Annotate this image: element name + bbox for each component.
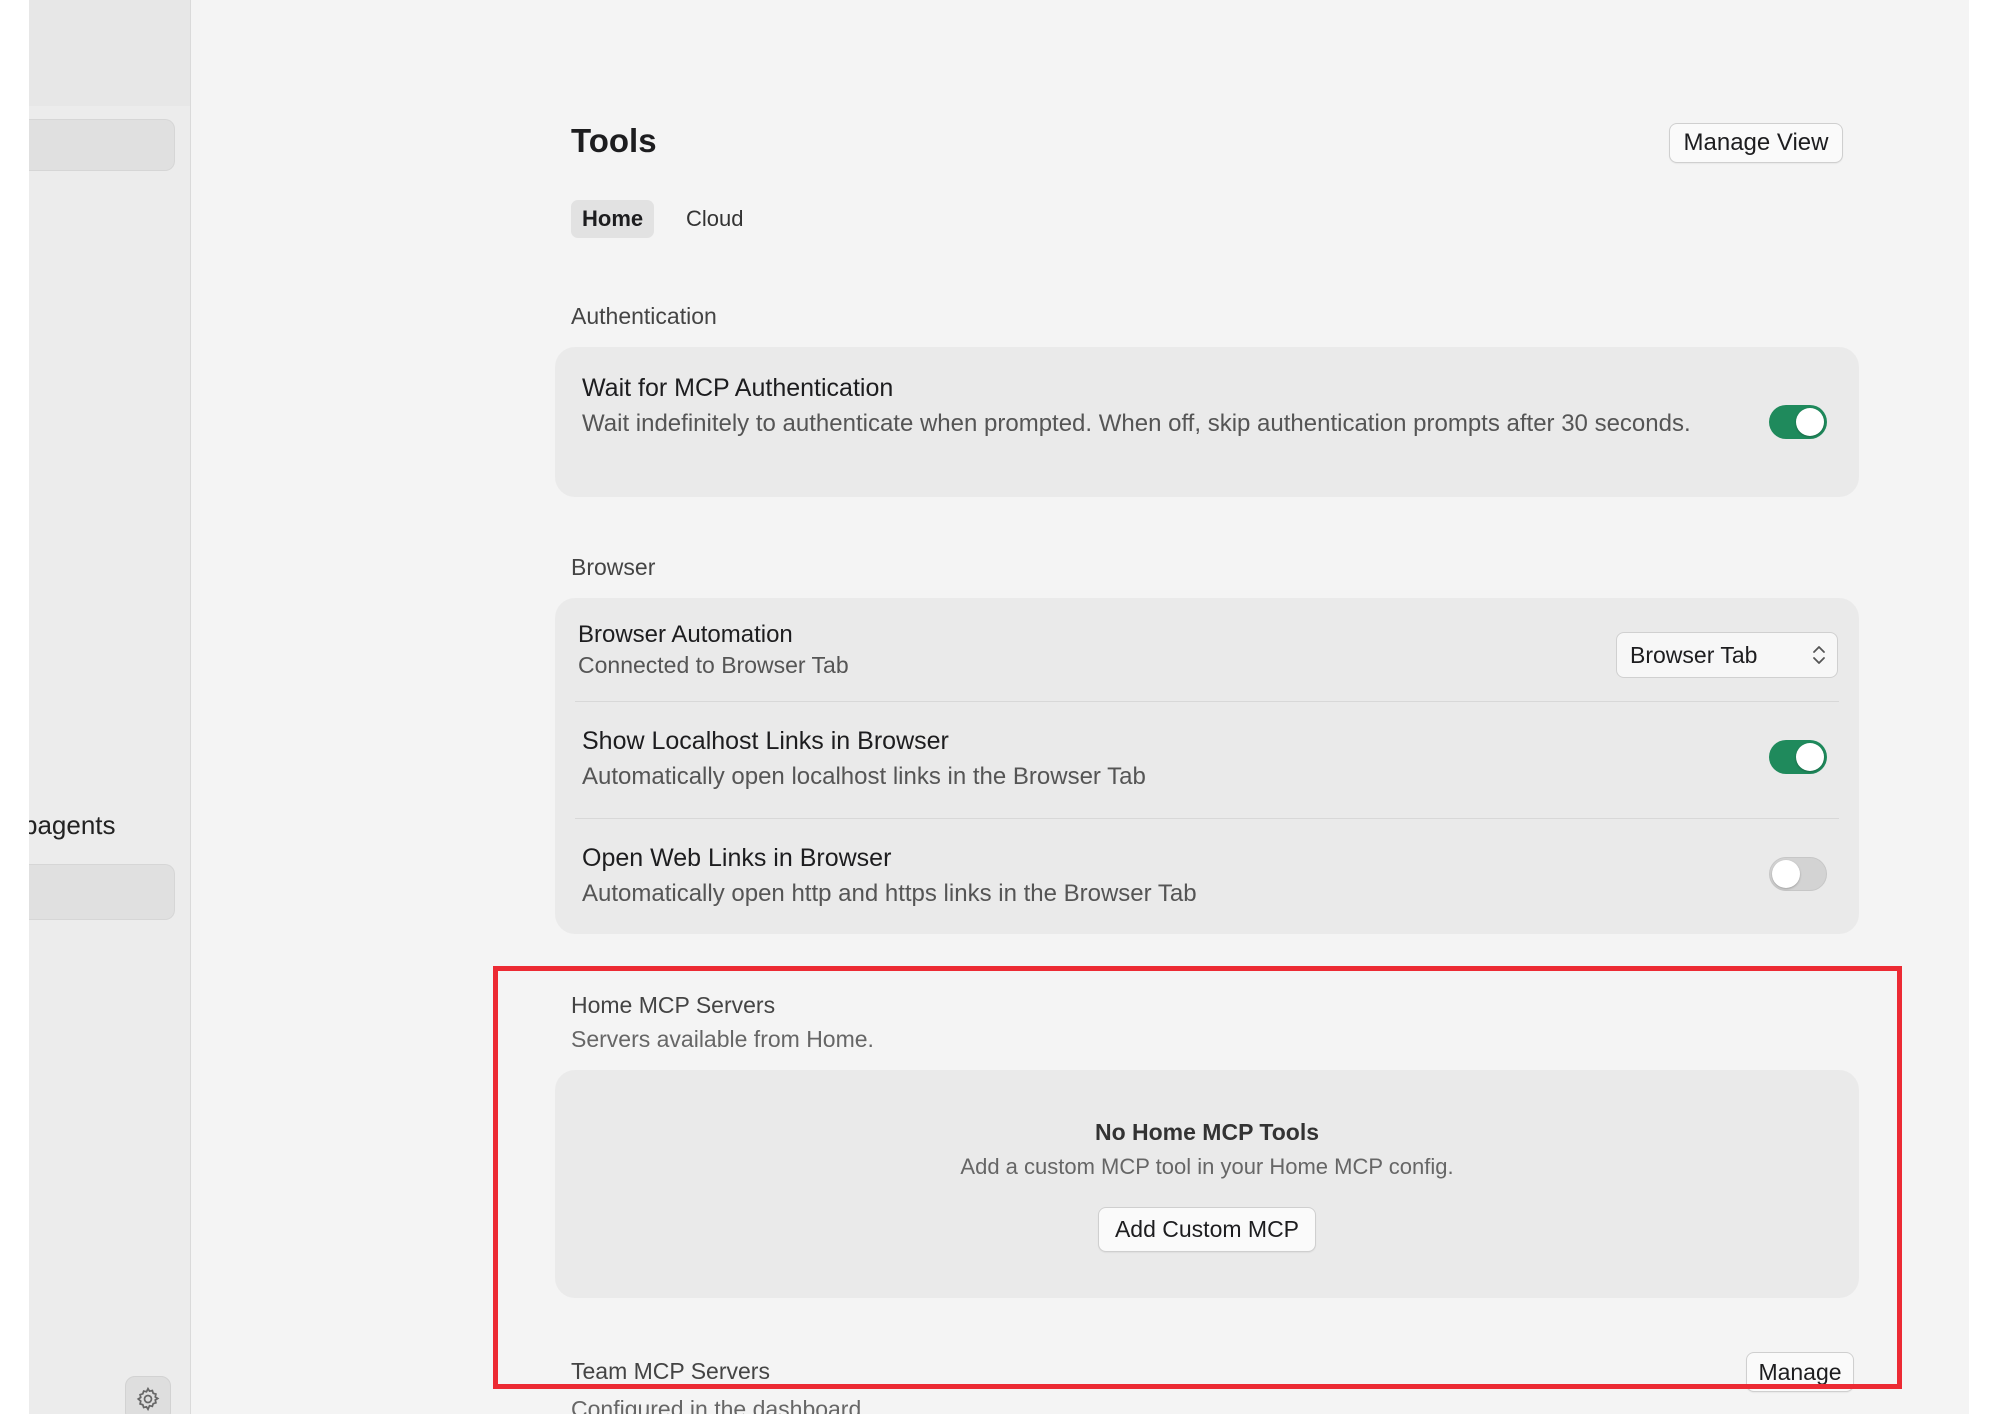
tab-home[interactable]: Home <box>571 200 655 238</box>
localhost-links-toggle[interactable] <box>1769 740 1827 774</box>
home-mcp-empty-card: No Home MCP Tools Add a custom MCP tool … <box>555 1070 1859 1298</box>
sidebar-item-selected[interactable] <box>29 119 175 171</box>
home-mcp-section-subtitle: Servers available from Home. <box>571 1026 874 1052</box>
sidebar: bagents <box>29 0 191 1414</box>
authentication-card: Wait for MCP Authentication Wait indefin… <box>555 347 1859 497</box>
manage-button[interactable]: Manage <box>1746 1352 1854 1392</box>
page-title: Tools <box>571 122 657 159</box>
empty-state-description: Add a custom MCP tool in your Home MCP c… <box>960 1154 1454 1179</box>
web-links-description: Automatically open http and https links … <box>582 880 1197 907</box>
app-window: bagents Tools Manage View Home Cloud Aut… <box>29 0 1969 1414</box>
home-mcp-section-label: Home MCP Servers <box>571 992 776 1018</box>
sidebar-header <box>29 0 190 106</box>
toggle-knob <box>1796 408 1824 436</box>
settings-button[interactable] <box>125 1376 171 1414</box>
browser-automation-description: Connected to Browser Tab <box>578 652 849 678</box>
manage-view-button[interactable]: Manage View <box>1669 123 1843 163</box>
sidebar-item[interactable] <box>29 864 175 920</box>
web-links-toggle[interactable] <box>1769 857 1827 891</box>
wait-for-mcp-description: Wait indefinitely to authenticate when p… <box>582 410 1691 437</box>
sidebar-item-subagents-label[interactable]: bagents <box>29 810 116 841</box>
toggle-knob <box>1796 743 1824 771</box>
toggle-knob <box>1772 860 1800 888</box>
team-mcp-section-subtitle: Configured in the dashboard <box>571 1396 862 1414</box>
settings-main-panel: Tools Manage View Home Cloud Authenticat… <box>191 0 1969 1414</box>
divider <box>575 701 1839 702</box>
empty-state-title: No Home MCP Tools <box>1094 1119 1320 1145</box>
browser-card: Browser Automation Connected to Browser … <box>555 598 1859 934</box>
tab-cloud[interactable]: Cloud <box>675 200 754 238</box>
team-mcp-section-label: Team MCP Servers <box>571 1358 770 1384</box>
browser-automation-title: Browser Automation <box>578 621 793 648</box>
gear-icon <box>136 1386 160 1412</box>
browser-section-label: Browser <box>571 554 656 580</box>
localhost-links-description: Automatically open localhost links in th… <box>582 763 1146 790</box>
add-custom-mcp-button[interactable]: Add Custom MCP <box>1098 1207 1316 1252</box>
chevron-up-down-icon <box>1813 646 1825 664</box>
browser-automation-select[interactable]: Browser Tab <box>1616 632 1838 678</box>
web-links-title: Open Web Links in Browser <box>582 844 892 872</box>
authentication-section-label: Authentication <box>571 303 717 329</box>
wait-for-mcp-toggle[interactable] <box>1769 405 1827 439</box>
wait-for-mcp-title: Wait for MCP Authentication <box>582 374 894 402</box>
localhost-links-title: Show Localhost Links in Browser <box>582 727 949 755</box>
divider <box>575 818 1839 819</box>
browser-automation-select-value: Browser Tab <box>1630 641 1758 668</box>
